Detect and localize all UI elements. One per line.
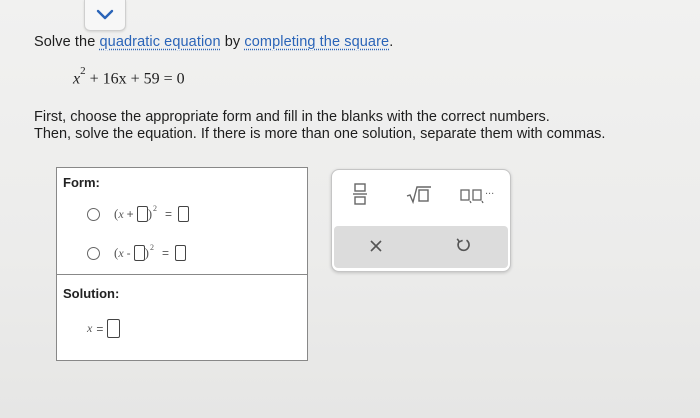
form-expression-plus: (x +) 2 = <box>114 203 190 222</box>
math-toolbox: ... <box>331 169 511 272</box>
sqrt-icon <box>406 186 431 205</box>
quadratic-equation-link[interactable]: quadratic equation <box>100 34 221 50</box>
instruction-line-2: Then, solve the equation. If there is mo… <box>34 126 606 142</box>
solution-row: x = <box>87 319 121 338</box>
radio-button-minus[interactable] <box>87 246 100 260</box>
solution-label: Solution: <box>63 286 120 301</box>
sqrt-button[interactable] <box>406 186 432 209</box>
solution-variable: x <box>87 321 93 335</box>
prompt-text: by <box>220 34 245 50</box>
blank-input-plus-constant[interactable] <box>136 206 148 222</box>
prompt-text: Solve the <box>34 34 100 50</box>
form-exponent: 2 <box>153 203 158 213</box>
answer-box: Form: (x +) 2 = (x -) 2 = Solution: x = <box>56 167 308 361</box>
form-option-plus[interactable]: (x +) 2 = <box>87 202 190 226</box>
equation-exponent: 2 <box>80 65 86 77</box>
form-label: Form: <box>63 175 100 190</box>
equation-rest: + 16x + 59 = 0 <box>85 70 185 88</box>
list-button[interactable]: ... <box>460 185 500 209</box>
form-exponent: 2 <box>150 242 155 252</box>
completing-the-square-link[interactable]: completing the square <box>244 34 389 50</box>
prompt-text: . <box>389 34 394 50</box>
radio-button-plus[interactable] <box>87 207 100 221</box>
form-option-minus[interactable]: (x -) 2 = <box>87 241 187 265</box>
blank-input-plus-rhs[interactable] <box>178 206 190 222</box>
chevron-down-icon <box>96 9 114 20</box>
undo-icon <box>456 238 470 252</box>
plus-sign: + <box>126 207 134 221</box>
form-expression-minus: (x -) 2 = <box>114 242 187 261</box>
solution-equals: = <box>96 321 104 336</box>
toolbox-action-bar <box>334 226 508 268</box>
instruction-line-1: First, choose the appropriate form and f… <box>34 109 550 125</box>
clear-button[interactable] <box>369 239 383 258</box>
solution-input[interactable] <box>107 319 121 338</box>
clear-icon <box>370 240 382 252</box>
close-paren: ) <box>144 245 150 260</box>
undo-button[interactable] <box>455 237 471 258</box>
list-ellipsis: ... <box>485 185 495 197</box>
instructions: First, choose the appropriate form and f… <box>34 109 605 143</box>
blank-input-minus-constant[interactable] <box>133 245 145 261</box>
equation: x2 + 16x + 59 = 0 <box>73 65 185 88</box>
close-paren: ) <box>147 206 153 221</box>
form-section: Form: (x +) 2 = (x -) 2 = <box>57 168 307 275</box>
question-prompt: Solve the quadratic equation by completi… <box>34 34 393 50</box>
equals-sign: = <box>162 246 170 260</box>
form-variable: x <box>118 206 124 221</box>
solution-section: Solution: x = <box>57 275 307 360</box>
form-variable: x <box>118 245 124 260</box>
minus-sign: - <box>126 246 131 260</box>
fraction-icon <box>353 183 367 205</box>
collapse-panel-button[interactable] <box>84 0 126 31</box>
blank-input-minus-rhs[interactable] <box>175 245 187 261</box>
equals-sign: = <box>165 207 173 221</box>
fraction-button[interactable] <box>352 182 368 211</box>
